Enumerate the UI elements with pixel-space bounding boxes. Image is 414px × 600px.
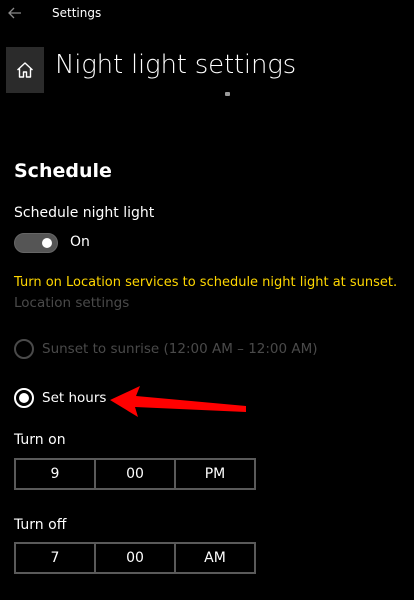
scroll-indicator <box>225 92 230 96</box>
turn-off-hour[interactable]: 7 <box>16 544 94 572</box>
turn-on-period[interactable]: PM <box>174 460 254 488</box>
turn-off-time-picker[interactable]: 7 00 AM <box>14 542 256 574</box>
home-icon <box>17 62 33 78</box>
toggle-knob <box>42 238 52 248</box>
schedule-section-title: Schedule <box>14 160 112 182</box>
location-settings-link[interactable]: Location settings <box>14 295 129 311</box>
radio-sunset-to-sunrise[interactable]: Sunset to sunrise (12:00 AM – 12:00 AM) <box>14 338 318 360</box>
turn-off-minute[interactable]: 00 <box>94 544 174 572</box>
turn-on-label: Turn on <box>14 432 66 448</box>
radio-label: Sunset to sunrise (12:00 AM – 12:00 AM) <box>42 341 318 357</box>
location-warning-text: Turn on Location services to schedule ni… <box>14 275 398 290</box>
home-button[interactable] <box>6 47 44 93</box>
annotation-arrow-icon <box>110 386 246 417</box>
night-light-settings-page: Settings Night light settings Schedule S… <box>0 0 414 600</box>
back-arrow-icon <box>8 7 21 19</box>
back-button[interactable] <box>6 3 24 23</box>
radio-set-hours[interactable]: Set hours <box>14 387 106 409</box>
turn-off-label: Turn off <box>14 517 67 533</box>
turn-on-time-picker[interactable]: 9 00 PM <box>14 458 256 490</box>
title-bar: Settings <box>0 0 414 30</box>
radio-selected-dot <box>19 393 29 403</box>
radio-button[interactable] <box>14 388 34 408</box>
turn-on-hour[interactable]: 9 <box>16 460 94 488</box>
toggle-state-label: On <box>70 234 90 250</box>
turn-on-minute[interactable]: 00 <box>94 460 174 488</box>
app-title: Settings <box>52 6 102 20</box>
radio-button[interactable] <box>14 339 34 359</box>
radio-label: Set hours <box>42 390 107 406</box>
schedule-night-light-toggle[interactable] <box>14 233 58 253</box>
page-title: Night light settings <box>55 50 296 80</box>
turn-off-period[interactable]: AM <box>174 544 254 572</box>
schedule-toggle-label: Schedule night light <box>14 205 155 221</box>
